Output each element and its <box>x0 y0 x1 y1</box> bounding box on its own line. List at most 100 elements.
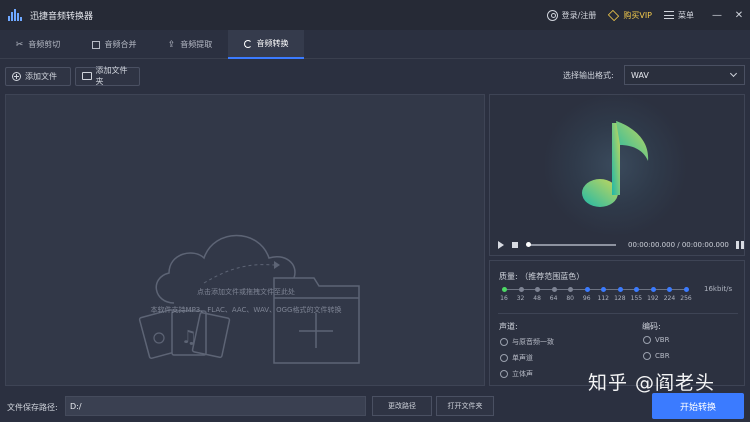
open-folder-button[interactable]: 打开文件夹 <box>436 396 494 416</box>
quality-option-16[interactable] <box>502 287 507 292</box>
radio-circle <box>500 370 508 378</box>
quality-option-256[interactable] <box>684 287 689 292</box>
radio-label: 单声道 <box>512 354 533 362</box>
quality-tick-label: 64 <box>549 295 558 302</box>
menu-button[interactable]: 菜单 <box>664 10 694 21</box>
quality-tick-label: 128 <box>614 295 626 302</box>
radio-label: CBR <box>655 352 670 360</box>
add-folder-button[interactable]: 添加文件夹 <box>75 66 140 86</box>
radio-label: 立体声 <box>512 370 533 378</box>
volume-icon[interactable] <box>735 241 744 249</box>
login-button[interactable]: 登录/注册 <box>546 9 597 21</box>
audio-preview-panel: 00:00:00.000 / 00:00:00.000 <box>489 94 745 256</box>
encode-label: 编码: <box>642 322 661 331</box>
channel-label: 声道: <box>499 322 518 331</box>
quality-option-48[interactable] <box>535 287 541 292</box>
refresh-icon <box>243 39 252 48</box>
open-folder-label: 打开文件夹 <box>447 402 483 410</box>
play-icon[interactable] <box>498 241 504 249</box>
vip-diamond-icon <box>608 9 620 21</box>
app-title: 迅捷音频转换器 <box>30 11 94 22</box>
folder-icon <box>82 72 92 80</box>
tab-label: 音频剪切 <box>28 40 61 49</box>
start-convert-button[interactable]: 开始转换 <box>652 393 744 419</box>
upload-icon: ⇪ <box>167 39 176 50</box>
add-folder-label: 添加文件夹 <box>95 66 128 86</box>
stop-icon[interactable] <box>512 242 518 248</box>
quality-tick-label: 256 <box>680 295 692 302</box>
add-file-button[interactable]: 添加文件 <box>5 66 71 86</box>
radio-channel-stereo[interactable]: 立体声 <box>500 369 533 379</box>
minimize-icon: — <box>712 9 722 21</box>
menu-label: 菜单 <box>678 10 694 20</box>
quality-option-224[interactable] <box>667 287 673 292</box>
file-drop-area[interactable]: ♫ 点击添加文件或拖拽文件至此处 本软件支持MP3、FLAC、AAC、WAV、O… <box>5 94 485 386</box>
radio-circle <box>643 336 651 344</box>
save-path-value: D:/ <box>70 401 82 411</box>
output-format-select[interactable]: WAV <box>624 65 745 85</box>
quality-tick-label: 112 <box>597 295 609 302</box>
radio-circle <box>500 354 508 362</box>
buy-vip-button[interactable]: 购买VIP <box>608 9 652 21</box>
chevron-down-icon <box>729 69 738 78</box>
radio-encode-vbr[interactable]: VBR <box>643 336 669 344</box>
add-file-label: 添加文件 <box>25 71 57 81</box>
tab-label: 音频提取 <box>180 40 213 49</box>
app-logo-icon <box>8 9 22 21</box>
quality-tick-label: 96 <box>582 295 591 302</box>
tab-audio-convert[interactable]: 音频转换 <box>228 30 304 59</box>
music-note-icon <box>582 121 649 207</box>
menu-icon <box>664 11 674 19</box>
login-label: 登录/注册 <box>561 10 597 20</box>
radio-encode-cbr[interactable]: CBR <box>643 352 670 360</box>
tab-label: 音频转换 <box>256 39 289 48</box>
svg-text:♫: ♫ <box>181 327 197 348</box>
quality-tick-label: 16 <box>500 295 508 302</box>
radio-channel-mono[interactable]: 单声道 <box>500 353 533 363</box>
change-path-button[interactable]: 更改路径 <box>372 396 432 416</box>
quality-option-112[interactable] <box>601 287 607 292</box>
merge-icon <box>91 40 100 49</box>
change-path-label: 更改路径 <box>388 402 416 410</box>
quality-option-128[interactable] <box>617 287 623 292</box>
toolbar: 添加文件 添加文件夹 选择输出格式: WAV <box>0 60 750 92</box>
quality-tick-labels: 16 32 48 64 80 96 112 128 155 192 224 256 <box>500 295 695 305</box>
watermark-text: 知乎 @阎老头 <box>588 372 716 394</box>
supported-formats-text: 本软件支持MP3、FLAC、AAC、WAV、OGG格式的文件转换 <box>150 306 342 314</box>
minimize-button[interactable]: — <box>706 0 728 30</box>
drop-hint: 点击添加文件或拖拽文件至此处 <box>197 288 295 296</box>
quality-option-32[interactable] <box>518 287 524 292</box>
tab-audio-merge[interactable]: 音频合并 <box>76 30 152 59</box>
divider <box>498 313 738 314</box>
radio-channel-original[interactable]: 与原音频一致 <box>500 337 554 347</box>
radio-circle <box>643 352 651 360</box>
close-button[interactable]: ✕ <box>728 0 750 30</box>
playback-time: 00:00:00.000 / 00:00:00.000 <box>628 241 729 249</box>
quality-tick-label: 32 <box>516 295 525 302</box>
cloud-folder-illustration-icon: ♫ <box>138 234 360 364</box>
tab-bar: ✂ 音频剪切 音频合并 ⇪ 音频提取 音频转换 <box>0 30 750 59</box>
radio-circle <box>500 338 508 346</box>
save-path-input[interactable]: D:/ <box>65 396 366 416</box>
seek-slider[interactable] <box>526 242 616 247</box>
scissors-icon: ✂ <box>15 39 24 50</box>
quality-option-155[interactable] <box>634 287 640 292</box>
title-bar: 迅捷音频转换器 登录/注册 购买VIP 菜单 — ✕ <box>0 0 750 30</box>
quality-tick-label: 155 <box>630 295 643 302</box>
quality-option-192[interactable] <box>650 287 656 292</box>
bottom-bar: 文件保存路径: D:/ 更改路径 打开文件夹 <box>0 392 750 422</box>
quality-slider[interactable] <box>502 287 689 292</box>
quality-tick-label: 224 <box>663 295 676 302</box>
quality-option-64[interactable] <box>551 287 557 292</box>
start-convert-label: 开始转换 <box>679 402 716 413</box>
vip-label: 购买VIP <box>623 10 652 20</box>
tab-audio-cut[interactable]: ✂ 音频剪切 <box>0 30 76 59</box>
radio-label: VBR <box>655 336 670 344</box>
radio-label: 与原音频一致 <box>512 338 554 346</box>
quality-unit: 16kbit/s <box>704 285 733 293</box>
quality-option-80[interactable] <box>568 287 574 292</box>
quality-tick-label: 48 <box>533 295 541 302</box>
user-icon <box>546 9 558 21</box>
quality-option-96[interactable] <box>584 287 590 292</box>
tab-audio-extract[interactable]: ⇪ 音频提取 <box>152 30 228 59</box>
